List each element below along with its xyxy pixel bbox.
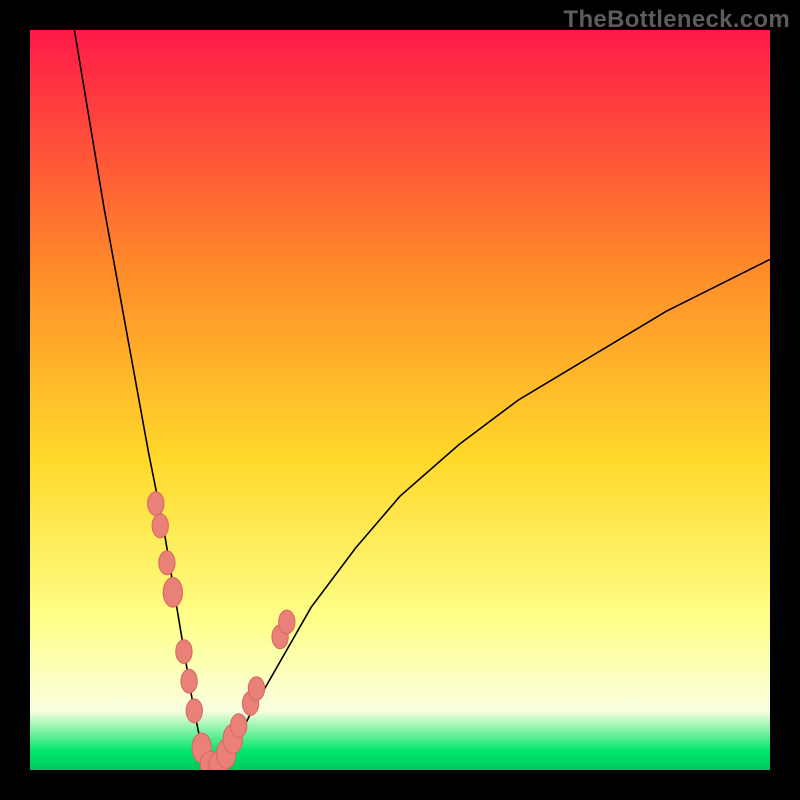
data-dot: [176, 640, 192, 664]
data-dot: [186, 699, 202, 723]
data-dot: [181, 669, 197, 693]
outer-frame: TheBottleneck.com: [0, 0, 800, 800]
data-dot: [152, 514, 168, 538]
plot-area: [30, 30, 770, 770]
data-dot: [159, 551, 175, 575]
data-dot: [163, 578, 182, 608]
data-dot: [148, 492, 164, 516]
gradient-background: [30, 30, 770, 770]
data-dot: [279, 610, 295, 634]
data-dot: [248, 677, 264, 701]
data-dot: [231, 714, 247, 738]
chart-svg: [30, 30, 770, 770]
